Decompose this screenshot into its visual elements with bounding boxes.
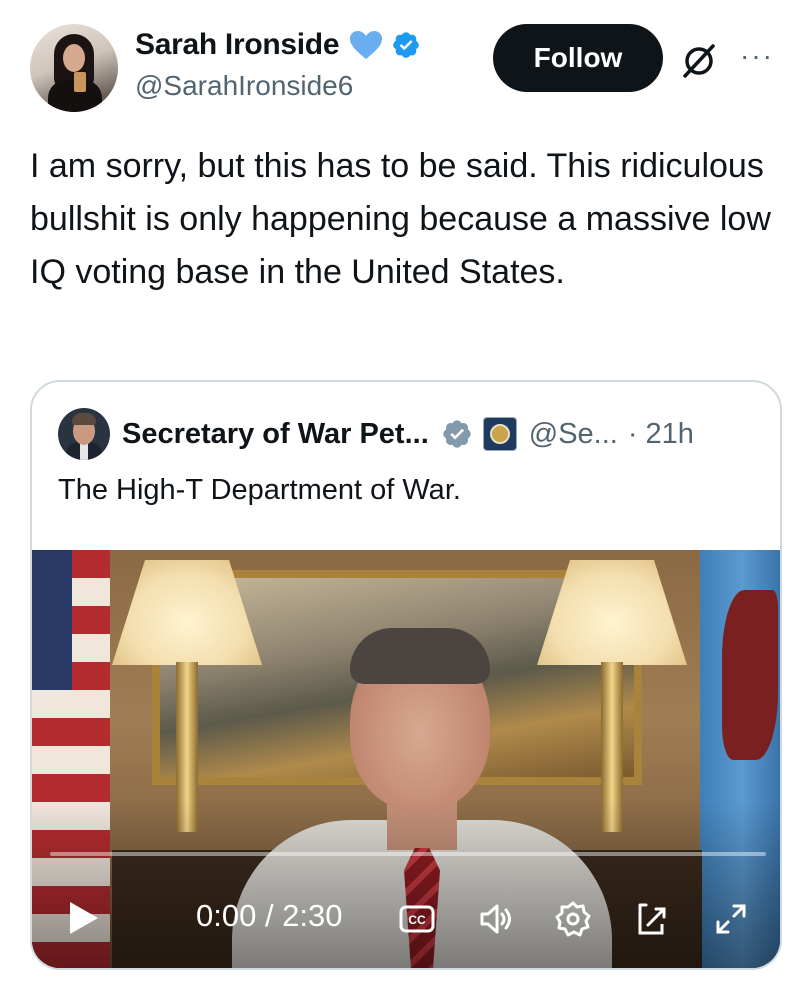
fullscreen-icon[interactable]	[712, 900, 750, 938]
video-player[interactable]: 0:00 / 2:30 CC	[32, 550, 780, 968]
captions-icon[interactable]: CC	[398, 900, 436, 938]
quoted-tweet-card[interactable]: Secretary of War Pet... @Se... · 21h The…	[30, 380, 782, 970]
quoted-tweet-header: Secretary of War Pet... @Se... · 21h	[58, 408, 694, 460]
department-seal-icon	[482, 417, 517, 451]
video-progress-bar[interactable]	[50, 852, 766, 856]
quoted-author-name[interactable]: Secretary of War Pet...	[122, 418, 429, 451]
author-display-name[interactable]: Sarah Ironside	[135, 28, 340, 62]
blue-heart-icon	[350, 31, 383, 59]
quoted-tweet-text: The High-T Department of War.	[58, 474, 461, 506]
follow-button[interactable]: Follow	[493, 24, 663, 92]
author-handle[interactable]: @SarahIronside6	[135, 70, 353, 102]
quoted-author-avatar[interactable]	[58, 408, 110, 460]
verified-badge-icon[interactable]	[391, 30, 421, 60]
separator-dot: ·	[627, 417, 638, 450]
video-time-readout: 0:00 / 2:30	[196, 898, 343, 933]
picture-in-picture-icon[interactable]	[634, 900, 672, 938]
gray-verified-badge-icon[interactable]	[441, 418, 473, 450]
quoted-author-handle[interactable]: @Se...	[529, 418, 618, 451]
grok-icon[interactable]	[679, 41, 719, 81]
svg-text:CC: CC	[408, 913, 426, 927]
volume-icon[interactable]	[478, 900, 516, 938]
settings-icon[interactable]	[554, 900, 592, 938]
tweet-text: I am sorry, but this has to be said. Thi…	[30, 147, 771, 291]
author-name-row: Sarah Ironside	[135, 26, 421, 64]
more-options-icon[interactable]: ···	[740, 42, 780, 70]
tweet-header: Sarah Ironside @SarahIronside6 Follow ··…	[0, 0, 802, 120]
video-controls: 0:00 / 2:30 CC	[32, 880, 780, 960]
author-avatar[interactable]	[30, 24, 118, 112]
quoted-timestamp[interactable]: 21h	[646, 418, 694, 451]
play-icon[interactable]	[68, 900, 100, 936]
